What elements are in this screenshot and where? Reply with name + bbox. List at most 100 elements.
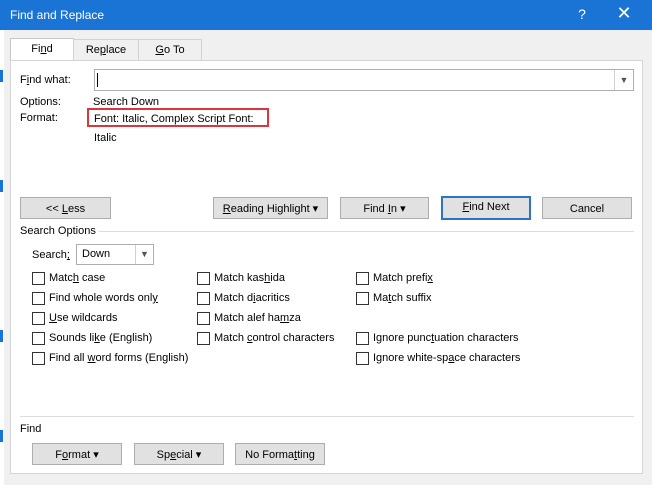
label-pre: Find all — [49, 352, 88, 364]
label-post: ce characters — [454, 352, 521, 364]
btn-post: ind Next — [469, 201, 510, 213]
label-pre: Match d — [214, 292, 254, 304]
find-in-button[interactable]: Find In ▾ — [340, 197, 429, 219]
checkbox-label: Sounds like (English) — [49, 332, 152, 344]
format-label: Format: — [20, 112, 58, 124]
options-label: Options: — [20, 96, 61, 108]
btn-pre: Find — [363, 203, 388, 215]
label-pre: Match — [214, 332, 248, 344]
edge-mark — [0, 70, 3, 82]
label-post: acritics — [255, 292, 290, 304]
label-post: ord forms (English) — [95, 352, 189, 364]
checkbox-label: Match case — [49, 272, 105, 284]
checkbox-label: Use wildcards — [49, 312, 117, 324]
help-icon[interactable]: ? — [574, 6, 590, 22]
search-direction-select[interactable]: Down ▼ — [76, 244, 154, 265]
label-post: e (English) — [99, 332, 153, 344]
label-accel: U — [49, 312, 57, 324]
label-post: se wildcards — [56, 312, 118, 324]
label-post: ida — [270, 272, 285, 284]
divider — [99, 231, 634, 232]
btn-pre: Sp — [156, 449, 171, 461]
btn-post: n ▾ — [390, 203, 406, 215]
background-window-edge — [0, 30, 4, 485]
label-accel: ; — [66, 249, 70, 261]
find-what-input[interactable] — [99, 70, 609, 88]
cancel-button[interactable]: Cancel — [542, 197, 632, 219]
btn-accel: R — [222, 203, 231, 215]
checkbox-box[interactable] — [32, 332, 45, 345]
checkbox-box[interactable] — [32, 352, 45, 365]
chevron-down-icon[interactable]: ▼ — [614, 70, 633, 90]
less-button[interactable]: << Less — [20, 197, 111, 219]
label-pre: Ignore punc — [373, 332, 432, 344]
checkbox-label: Find all word forms (English) — [49, 352, 188, 364]
checkbox-box[interactable] — [197, 292, 210, 305]
label-post: uation characters — [434, 332, 519, 344]
tab-go-to[interactable]: Go To — [138, 39, 202, 60]
checkbox-box[interactable] — [197, 332, 210, 345]
label-pre: F — [20, 74, 27, 86]
chevron-down-icon[interactable]: ▼ — [135, 245, 153, 264]
checkbox-label: Match prefix — [373, 272, 433, 284]
checkbox-box[interactable] — [32, 292, 45, 305]
label-pre: Match prefi — [373, 272, 428, 284]
label-pre: Find whole words onl — [49, 292, 153, 304]
edge-mark — [0, 180, 3, 192]
find-what-field[interactable]: ▼ — [94, 69, 634, 91]
label-post: case — [78, 272, 106, 284]
checkbox-box[interactable] — [356, 292, 369, 305]
tab-label-accel: G — [155, 44, 164, 56]
no-formatting-button[interactable]: No Formatting — [235, 443, 325, 465]
text-caret — [97, 73, 98, 87]
find-what-label: Find what: — [20, 74, 71, 86]
btn-pre: F — [55, 449, 63, 461]
label-post: ch suffix — [391, 292, 432, 304]
btn-post: ess — [67, 203, 86, 215]
checkbox-box[interactable] — [197, 312, 210, 325]
title-bar: Find and Replace ? ✕ — [0, 0, 652, 30]
btn-post: cial ▾ — [176, 449, 202, 461]
checkbox-box[interactable] — [32, 312, 45, 325]
label-pre: Ma — [373, 292, 389, 304]
edge-mark — [0, 330, 3, 342]
label-pre: Match kas — [214, 272, 265, 284]
checkbox-label: Ignore punctuation characters — [373, 332, 519, 344]
reading-highlight-button[interactable]: Reading Highlight ▾ — [213, 197, 328, 219]
tab-label-post: d — [46, 43, 53, 55]
close-icon[interactable]: ✕ — [614, 3, 634, 24]
window-title: Find and Replace — [10, 8, 105, 22]
search-options-heading: Search Options — [20, 225, 96, 237]
checkbox-box[interactable] — [356, 272, 369, 285]
btn-pre: No Forma — [245, 449, 295, 461]
options-value: Search Down — [93, 96, 160, 108]
label-pre: Search — [32, 249, 67, 261]
tab-label-post: o To — [163, 44, 185, 56]
tab-replace[interactable]: Replace — [73, 39, 139, 60]
btn-pre: << — [45, 203, 62, 215]
find-next-button[interactable]: Find Next — [441, 196, 531, 220]
label-post: nd what: — [29, 74, 71, 86]
divider — [20, 416, 634, 417]
checkbox-box[interactable] — [356, 352, 369, 365]
checkbox-label: Find whole words only — [49, 292, 158, 304]
label-accel: y — [152, 292, 158, 304]
edge-mark — [0, 430, 3, 442]
checkbox-box[interactable] — [356, 332, 369, 345]
checkbox-box[interactable] — [32, 272, 45, 285]
tab-find[interactable]: Find — [10, 38, 74, 62]
format-value: Font: Italic, Complex Script Font: Itali… — [94, 113, 254, 144]
label-pre: Match alef ha — [214, 312, 281, 324]
label-post: ontrol characters — [252, 332, 335, 344]
checkbox-box[interactable] — [197, 272, 210, 285]
format-menu-button[interactable]: Format ▾ — [32, 443, 122, 465]
checkbox-label: Match suffix — [373, 292, 432, 304]
format-value-highlight: Font: Italic, Complex Script Font: Itali… — [87, 108, 269, 144]
label-post: za — [289, 312, 301, 324]
special-menu-button[interactable]: Special ▾ — [134, 443, 224, 465]
btn-post: eading Highlight ▾ — [230, 203, 319, 215]
tab-label-post: lace — [106, 44, 127, 56]
find-panel: Find what: ▼ Options: Search Down Format… — [10, 60, 643, 474]
checkbox-label: Match control characters — [214, 332, 334, 344]
label-accel: m — [280, 312, 290, 324]
